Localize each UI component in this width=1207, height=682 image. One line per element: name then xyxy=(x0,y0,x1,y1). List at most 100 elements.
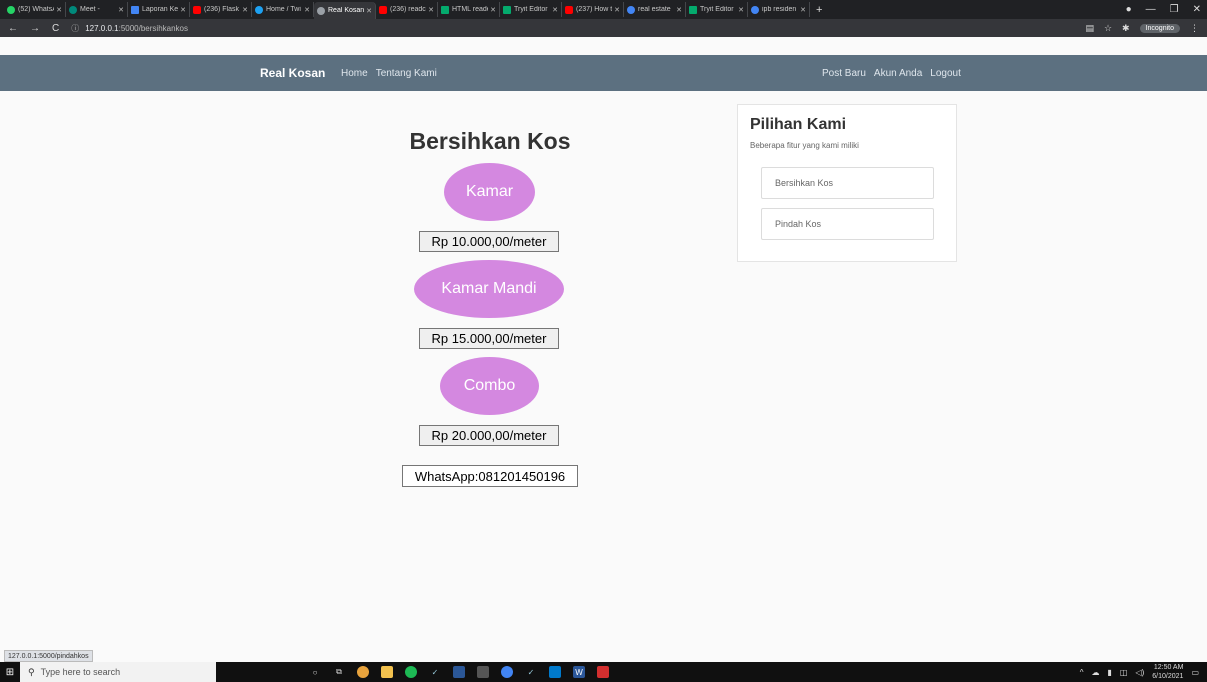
browser-tab[interactable]: Tryit Editor ✕ xyxy=(500,2,562,17)
browser-tab-active[interactable]: Real Kosan ✕ xyxy=(314,2,376,19)
steam-icon[interactable]: ✓ xyxy=(429,666,441,678)
close-window-icon[interactable]: ✕ xyxy=(1193,4,1201,15)
browser-tab[interactable]: (52) WhatsA ✕ xyxy=(4,2,66,17)
task-view-icon[interactable]: ⧉ xyxy=(333,666,345,678)
taskbar-search-placeholder: Type here to search xyxy=(40,667,121,677)
nav-tentang-kami[interactable]: Tentang Kami xyxy=(376,68,437,79)
browser-tab[interactable]: (236) readc ✕ xyxy=(376,2,438,17)
nav-logout[interactable]: Logout xyxy=(930,68,961,79)
reload-icon[interactable]: C xyxy=(52,23,59,34)
service-kamar-button[interactable]: Kamar xyxy=(444,163,535,221)
pilihan-kami-card: Pilihan Kami Beberapa fitur yang kami mi… xyxy=(737,104,957,262)
nav-home[interactable]: Home xyxy=(341,68,368,79)
tray-chevron-icon[interactable]: ^ xyxy=(1080,668,1084,677)
youtube-icon xyxy=(379,5,387,14)
page-title: Bersihkan Kos xyxy=(409,128,571,154)
close-tab-icon[interactable]: ✕ xyxy=(242,6,248,14)
browser-tab[interactable]: Tryit Editor ✕ xyxy=(686,2,748,17)
nav-right: Post Baru Akun Anda Logout xyxy=(822,68,961,79)
w3schools-icon xyxy=(441,5,449,14)
browser-tab[interactable]: (237) How t ✕ xyxy=(562,2,624,17)
network-icon[interactable]: ◫ xyxy=(1120,668,1128,677)
close-tab-icon[interactable]: ✕ xyxy=(800,6,806,14)
close-tab-icon[interactable]: ✕ xyxy=(738,6,744,14)
close-tab-icon[interactable]: ✕ xyxy=(118,6,124,14)
menu-item-bersihkan-kos[interactable]: Bersihkan Kos xyxy=(761,167,934,199)
spotify-icon[interactable] xyxy=(405,666,417,678)
search-icon: ⚲ xyxy=(28,666,35,677)
card-subtitle: Beberapa fitur yang kami miliki xyxy=(750,141,859,150)
address-bar[interactable]: ⓘ 127.0.0.1:5000/bersihkankos xyxy=(71,21,1121,35)
browser-toolbar: ← → C ⓘ 127.0.0.1:5000/bersihkankos ▤ ☆ … xyxy=(0,19,1207,37)
vscode-icon[interactable] xyxy=(549,666,561,678)
back-icon[interactable]: ← xyxy=(8,23,18,34)
browser-tab[interactable]: Meet - ✕ xyxy=(66,2,128,17)
nav-post-baru[interactable]: Post Baru xyxy=(822,68,866,79)
menu-item-pindah-kos[interactable]: Pindah Kos xyxy=(761,208,934,240)
acrobat-icon[interactable] xyxy=(597,666,609,678)
file-explorer-icon[interactable] xyxy=(381,666,393,678)
service-kamar-mandi-button[interactable]: Kamar Mandi xyxy=(414,260,564,318)
browser-tab[interactable]: HTML reade ✕ xyxy=(438,2,500,17)
reader-mode-icon[interactable]: ▤ xyxy=(1085,23,1094,34)
word-icon[interactable]: W xyxy=(573,666,585,678)
steam-icon[interactable]: ✓ xyxy=(525,666,537,678)
link-status-bar: 127.0.0.1:5000/pindahkos xyxy=(4,650,93,662)
browser-tab[interactable]: Laporan Ke ✕ xyxy=(128,2,190,17)
site-brand[interactable]: Real Kosan xyxy=(260,66,325,80)
price-kamar-mandi: Rp 15.000,00/meter xyxy=(419,328,559,349)
bookmark-star-icon[interactable]: ☆ xyxy=(1104,23,1112,34)
menu-dots-icon[interactable]: ⋮ xyxy=(1190,23,1199,34)
toolbar-actions: ▤ ☆ ✱ Incognito ⋮ xyxy=(1085,19,1199,37)
windows-start-icon[interactable]: ⊞ xyxy=(0,667,20,678)
info-icon[interactable]: ⓘ xyxy=(71,23,79,34)
extensions-icon[interactable]: ✱ xyxy=(1122,23,1130,34)
clock-time: 12:50 AM xyxy=(1153,664,1184,671)
volume-icon[interactable]: ◁) xyxy=(1135,668,1144,677)
new-tab-button[interactable]: + xyxy=(810,4,828,16)
close-tab-icon[interactable]: ✕ xyxy=(56,6,62,14)
service-combo-button[interactable]: Combo xyxy=(440,357,539,415)
cloud-icon[interactable]: ☁ xyxy=(1091,668,1099,677)
incognito-badge[interactable]: Incognito xyxy=(1139,23,1180,33)
browser-tab[interactable]: ipb residen ✕ xyxy=(748,2,810,17)
docs-icon xyxy=(131,5,139,14)
app-icon[interactable] xyxy=(453,666,465,678)
chrome-icon[interactable] xyxy=(357,666,369,678)
google-icon xyxy=(627,5,635,14)
whatsapp-contact[interactable]: WhatsApp:081201450196 xyxy=(402,465,578,487)
price-combo: Rp 20.000,00/meter xyxy=(419,425,559,446)
close-tab-icon[interactable]: ✕ xyxy=(366,7,372,15)
whatsapp-icon xyxy=(7,5,15,14)
windows-taskbar: ⊞ ⚲ Type here to search ○ ⧉ ✓ ✓ W ^ ☁ ▮ … xyxy=(0,662,1207,682)
close-tab-icon[interactable]: ✕ xyxy=(180,6,186,14)
system-tray: ^ ☁ ▮ ◫ ◁) 12:50 AM 6/10/2021 ▭ xyxy=(1080,662,1199,682)
nav-akun-anda[interactable]: Akun Anda xyxy=(874,68,922,79)
battery-icon[interactable]: ▮ xyxy=(1107,668,1111,677)
site-navbar: Real Kosan Home Tentang Kami Post Baru A… xyxy=(0,55,1207,91)
restore-icon[interactable]: ❐ xyxy=(1170,4,1179,15)
w3schools-icon xyxy=(689,5,697,14)
url-path: :5000/bersihkankos xyxy=(118,23,188,33)
calculator-icon[interactable] xyxy=(477,666,489,678)
notification-icon[interactable]: ▭ xyxy=(1191,668,1199,677)
forward-icon[interactable]: → xyxy=(30,23,40,34)
close-tab-icon[interactable]: ✕ xyxy=(304,6,310,14)
url-host: 127.0.0.1 xyxy=(85,23,119,33)
close-tab-icon[interactable]: ✕ xyxy=(552,6,558,14)
minimize-icon[interactable]: — xyxy=(1146,4,1156,15)
close-tab-icon[interactable]: ✕ xyxy=(428,6,434,14)
cortana-icon[interactable]: ○ xyxy=(309,666,321,678)
taskbar-search[interactable]: ⚲ Type here to search xyxy=(20,662,216,682)
close-tab-icon[interactable]: ✕ xyxy=(614,6,620,14)
browser-tab[interactable]: (236) Flask ✕ xyxy=(190,2,252,17)
chrome-canary-icon[interactable] xyxy=(501,666,513,678)
profile-icon[interactable]: ● xyxy=(1126,4,1132,15)
taskbar-clock[interactable]: 12:50 AM 6/10/2021 xyxy=(1152,663,1183,681)
close-tab-icon[interactable]: ✕ xyxy=(490,6,496,14)
close-tab-icon[interactable]: ✕ xyxy=(676,6,682,14)
taskbar-apps: ○ ⧉ ✓ ✓ W xyxy=(309,666,609,678)
twitter-icon xyxy=(255,5,263,14)
browser-tab[interactable]: real estate ✕ xyxy=(624,2,686,17)
browser-tab[interactable]: Home / Twi ✕ xyxy=(252,2,314,17)
